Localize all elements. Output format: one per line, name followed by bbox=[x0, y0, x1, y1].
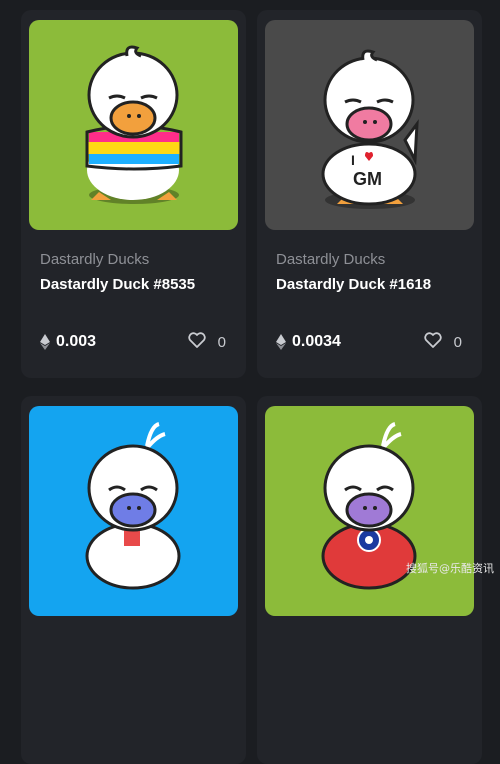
nft-card[interactable]: Dastardly Ducks Dastardly Duck #8535 0.0… bbox=[21, 10, 246, 378]
duck-illustration bbox=[321, 422, 417, 590]
nft-image[interactable] bbox=[265, 406, 474, 616]
watermark: 搜狐号@乐酷资讯 bbox=[406, 562, 494, 575]
like-count: 0 bbox=[217, 333, 226, 351]
like-count: 0 bbox=[453, 333, 462, 351]
price-value: 0.0034 bbox=[292, 333, 341, 350]
duck-illustration: I GM bbox=[321, 49, 419, 209]
item-name[interactable]: Dastardly Duck #8535 bbox=[40, 276, 195, 293]
like-button[interactable]: 0 bbox=[188, 332, 226, 352]
price: 0.0034 bbox=[276, 333, 341, 351]
ethereum-icon bbox=[276, 334, 286, 350]
item-name[interactable]: Dastardly Duck #1618 bbox=[276, 276, 431, 293]
price-value: 0.003 bbox=[56, 333, 97, 350]
heart-icon[interactable] bbox=[424, 332, 442, 352]
duck-illustration bbox=[85, 45, 183, 204]
like-button[interactable]: 0 bbox=[424, 332, 462, 352]
nft-image[interactable] bbox=[29, 406, 238, 616]
shirt-text-bottom: GM bbox=[353, 169, 382, 189]
nft-image[interactable] bbox=[29, 20, 238, 230]
nft-card[interactable] bbox=[257, 396, 482, 764]
shirt-text-top: I bbox=[351, 152, 355, 168]
duck-illustration bbox=[85, 422, 181, 590]
nft-card[interactable]: I GM Dastardly Ducks Dastardly Duck #161… bbox=[257, 10, 482, 378]
collection-name[interactable]: Dastardly Ducks bbox=[40, 251, 149, 268]
heart-icon[interactable] bbox=[188, 332, 206, 352]
nft-image[interactable]: I GM bbox=[265, 20, 474, 230]
price: 0.003 bbox=[40, 333, 96, 351]
collection-name[interactable]: Dastardly Ducks bbox=[276, 251, 385, 268]
ethereum-icon bbox=[40, 334, 50, 350]
nft-card[interactable] bbox=[21, 396, 246, 764]
